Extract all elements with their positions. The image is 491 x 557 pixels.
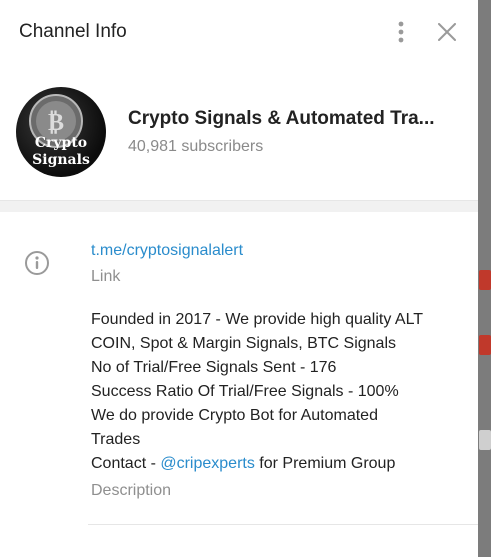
contact-mention-link[interactable]: @cripexperts <box>160 455 255 472</box>
panel-header: Channel Info <box>0 0 478 64</box>
contact-prefix: Contact - <box>91 455 161 472</box>
description-line: COIN, Spot & Margin Signals, BTC Signals <box>91 335 397 352</box>
channel-profile: ₿ Crypto Signals Crypto Signals & Automa… <box>0 64 478 200</box>
section-separator <box>0 200 478 212</box>
avatar[interactable]: ₿ Crypto Signals <box>16 87 106 177</box>
svg-text:₿: ₿ <box>48 107 64 136</box>
info-icon <box>25 251 49 275</box>
panel-title: Channel Info <box>19 21 127 42</box>
close-button[interactable] <box>435 20 459 44</box>
info-body: t.me/cryptosignalalert Link Founded in 2… <box>91 240 441 502</box>
link-label: Link <box>91 268 121 285</box>
bottom-divider <box>88 524 478 525</box>
description-line: Founded in 2017 - We provide high qualit… <box>91 311 424 328</box>
subscriber-count: 40,981 subscribers <box>128 138 264 155</box>
more-vertical-icon <box>398 21 404 43</box>
description-line: No of Trial/Free Signals Sent - 176 <box>91 359 337 376</box>
avatar-text-crypto: Crypto <box>35 135 87 151</box>
description-line: We do provide Crypto Bot for Automated <box>91 407 378 424</box>
background-fragment <box>479 270 491 290</box>
channel-link[interactable]: t.me/cryptosignalalert <box>91 240 441 262</box>
description-label: Description <box>91 482 172 499</box>
close-icon <box>438 23 456 41</box>
info-section: t.me/cryptosignalalert Link Founded in 2… <box>0 212 478 502</box>
background-fragment <box>479 430 491 450</box>
contact-line: Contact - @cripexperts for Premium Group <box>91 452 441 476</box>
avatar-text-signals: Signals <box>32 152 90 168</box>
description-line: Success Ratio Of Trial/Free Signals - 10… <box>91 383 399 400</box>
channel-info-panel: Channel Info ₿ Crypto Signals Crypto Sig… <box>0 0 478 557</box>
contact-suffix: for Premium Group <box>254 455 396 472</box>
channel-name: Crypto Signals & Automated Tra... <box>128 108 435 129</box>
channel-description: Founded in 2017 - We provide high qualit… <box>91 308 441 476</box>
more-options-button[interactable] <box>389 20 413 44</box>
channel-name-block: Crypto Signals & Automated Tra... 40,981… <box>128 108 456 156</box>
description-line: Trades <box>91 431 141 448</box>
background-fragment <box>479 335 491 355</box>
